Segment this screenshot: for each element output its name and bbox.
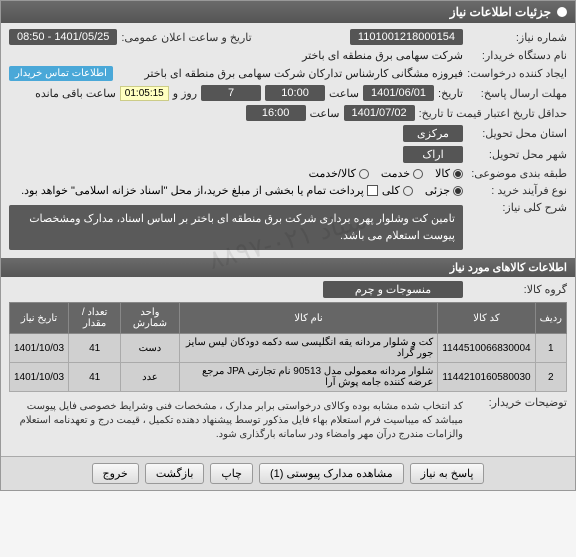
buyer-notes: کد انتخاب شده مشابه بوده وکالای درخواستی… xyxy=(9,396,463,446)
th-date: تاریخ نیاز xyxy=(10,303,69,334)
announce-label: تاریخ و ساعت اعلان عمومی: xyxy=(121,31,251,44)
buyer-value: شرکت سهامی برق منطقه ای باختر xyxy=(302,49,463,62)
deadline-date: 1401/06/01 xyxy=(363,85,434,101)
announce-value: 1401/05/25 - 08:50 xyxy=(9,29,117,45)
days-value: 7 xyxy=(201,85,261,101)
table-row[interactable]: 2 1144210160580030 شلوار مردانه معمولی م… xyxy=(10,363,567,392)
deadline-label: مهلت ارسال پاسخ: xyxy=(467,87,567,100)
table-row[interactable]: 1 1144510066830004 کت و شلوار مردانه یقه… xyxy=(10,334,567,363)
th-code: کد کالا xyxy=(438,303,535,334)
group-value: منسوجات و چرم xyxy=(323,281,463,298)
radio-partial[interactable]: جزئی xyxy=(425,184,463,197)
validity-time: 16:00 xyxy=(246,105,306,121)
deadline-date-label: تاریخ: xyxy=(438,87,463,100)
category-label: طبقه بندی موضوعی: xyxy=(467,167,567,180)
province-label: استان محل تحویل: xyxy=(467,127,567,140)
group-label: گروه کالا: xyxy=(467,283,567,296)
print-button[interactable]: چاپ xyxy=(210,463,253,484)
goods-section-header: اطلاعات کالاهای مورد نیاز xyxy=(1,258,575,277)
process-radios: جزئی کلی xyxy=(382,184,463,197)
buyer-notes-label: توضیحات خریدار: xyxy=(467,396,567,409)
summary-text: تامین کت وشلوار پهره برداری شرکت برق منط… xyxy=(9,205,463,250)
need-no-value: 1101001218000154 xyxy=(350,29,463,45)
requester-value: فیروزه مشگانی کارشناس تدارکان شرکت سهامی… xyxy=(117,67,463,80)
treasury-check[interactable]: پرداخت تمام یا بخشی از مبلغ خرید،از محل … xyxy=(21,184,378,197)
header-icon xyxy=(557,7,567,17)
radio-total[interactable]: کلی xyxy=(382,184,413,197)
reply-button[interactable]: پاسخ به نیاز xyxy=(410,463,485,484)
validity-time-label: ساعت xyxy=(310,107,340,120)
th-name: نام کالا xyxy=(179,303,438,334)
need-no-label: شماره نیاز: xyxy=(467,31,567,44)
city-value: اراک xyxy=(403,146,463,163)
summary-label: شرح کلی نیاز: xyxy=(467,201,567,214)
back-button[interactable]: بازگشت xyxy=(145,463,205,484)
validity-label: حداقل تاریخ اعتبار قیمت تا تاریخ: xyxy=(419,107,567,120)
validity-date: 1401/07/02 xyxy=(344,105,415,121)
contact-badge[interactable]: اطلاعات تماس خریدار xyxy=(9,66,113,81)
exit-button[interactable]: خروج xyxy=(92,463,139,484)
radio-both[interactable]: کالا/خدمت xyxy=(309,167,369,180)
days-label: روز و xyxy=(173,87,197,100)
window-title: جزئیات اطلاعات نیاز xyxy=(450,5,551,19)
remaining-label: ساعت باقی مانده xyxy=(35,87,116,100)
th-qty: تعداد / مقدار xyxy=(69,303,121,334)
window-header: جزئیات اطلاعات نیاز xyxy=(1,1,575,23)
category-radios: کالا خدمت کالا/خدمت xyxy=(309,167,463,180)
th-row: ردیف xyxy=(535,303,566,334)
process-label: نوع فرآیند خرید : xyxy=(467,184,567,197)
attachments-button[interactable]: مشاهده مدارک پیوستی (1) xyxy=(259,463,404,484)
radio-services[interactable]: خدمت xyxy=(381,167,423,180)
radio-goods[interactable]: کالا xyxy=(435,167,463,180)
goods-table: ردیف کد کالا نام کالا واحد شمارش تعداد /… xyxy=(9,302,567,392)
deadline-time-label: ساعت xyxy=(329,87,359,100)
buyer-label: نام دستگاه خریدار: xyxy=(467,49,567,62)
footer-toolbar: پاسخ به نیاز مشاهده مدارک پیوستی (1) چاپ… xyxy=(1,456,575,490)
th-unit: واحد شمارش xyxy=(121,303,179,334)
requester-label: ایجاد کننده درخواست: xyxy=(467,67,567,80)
deadline-time: 10:00 xyxy=(265,85,325,101)
province-value: مرکزی xyxy=(403,125,463,142)
city-label: شهر محل تحویل: xyxy=(467,148,567,161)
countdown: 01:05:15 xyxy=(120,86,169,101)
